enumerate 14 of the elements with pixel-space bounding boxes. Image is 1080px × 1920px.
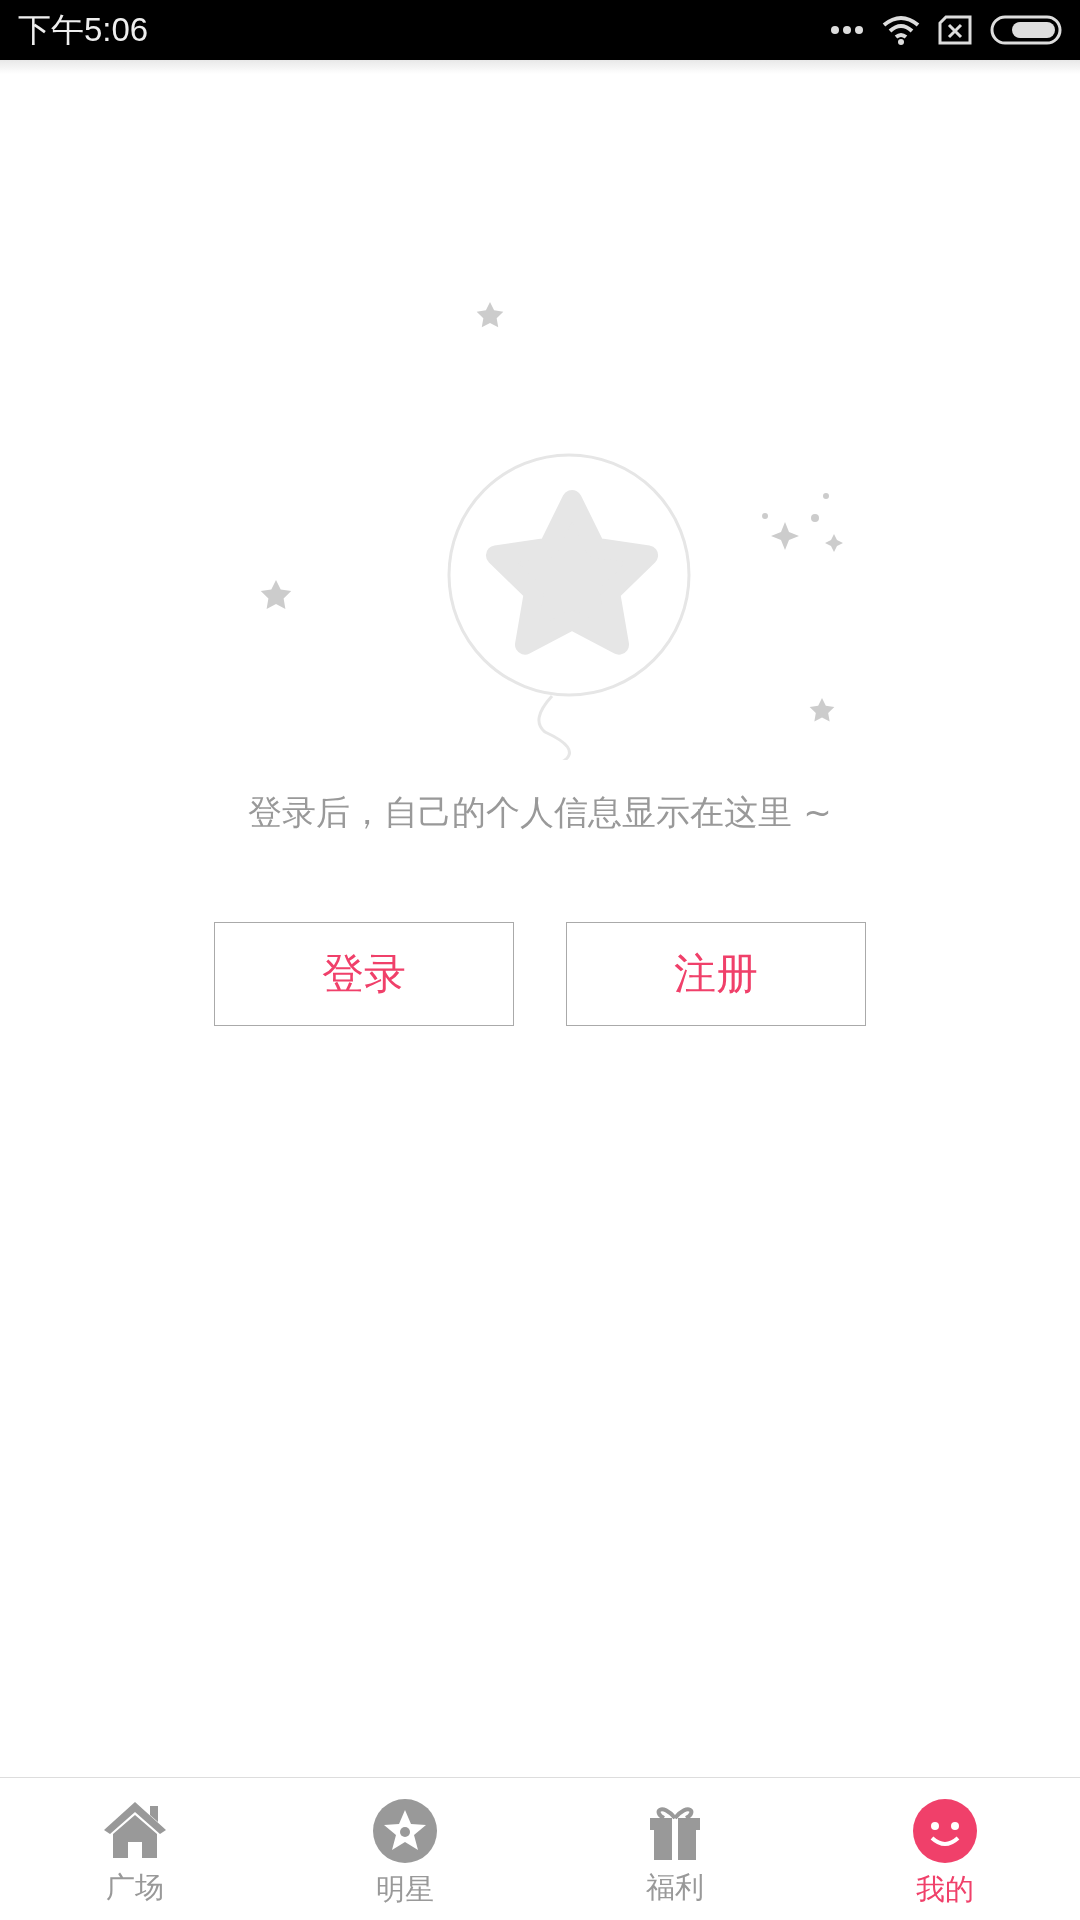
clock: 下午5:06 <box>18 9 150 50</box>
star-badge-icon <box>372 1798 438 1864</box>
wifi-icon <box>882 15 920 45</box>
no-sim-icon <box>938 15 972 45</box>
tab-bar-item[interactable]: 明星 <box>270 1778 540 1920</box>
register-button[interactable]: 注册 <box>566 922 866 1026</box>
tab-bar-item[interactable]: 福利 <box>540 1778 810 1920</box>
login-button[interactable]: 登录 <box>214 922 514 1026</box>
smiley-icon <box>912 1798 978 1864</box>
tab-bar-item[interactable]: 广场 <box>0 1778 270 1920</box>
more-dots-icon <box>830 25 864 35</box>
tab-bar-item[interactable]: 我的 <box>810 1778 1080 1920</box>
battery-icon <box>990 15 1062 45</box>
empty-state-message: 登录后，自己的个人信息显示在这里 ~ <box>248 791 832 834</box>
